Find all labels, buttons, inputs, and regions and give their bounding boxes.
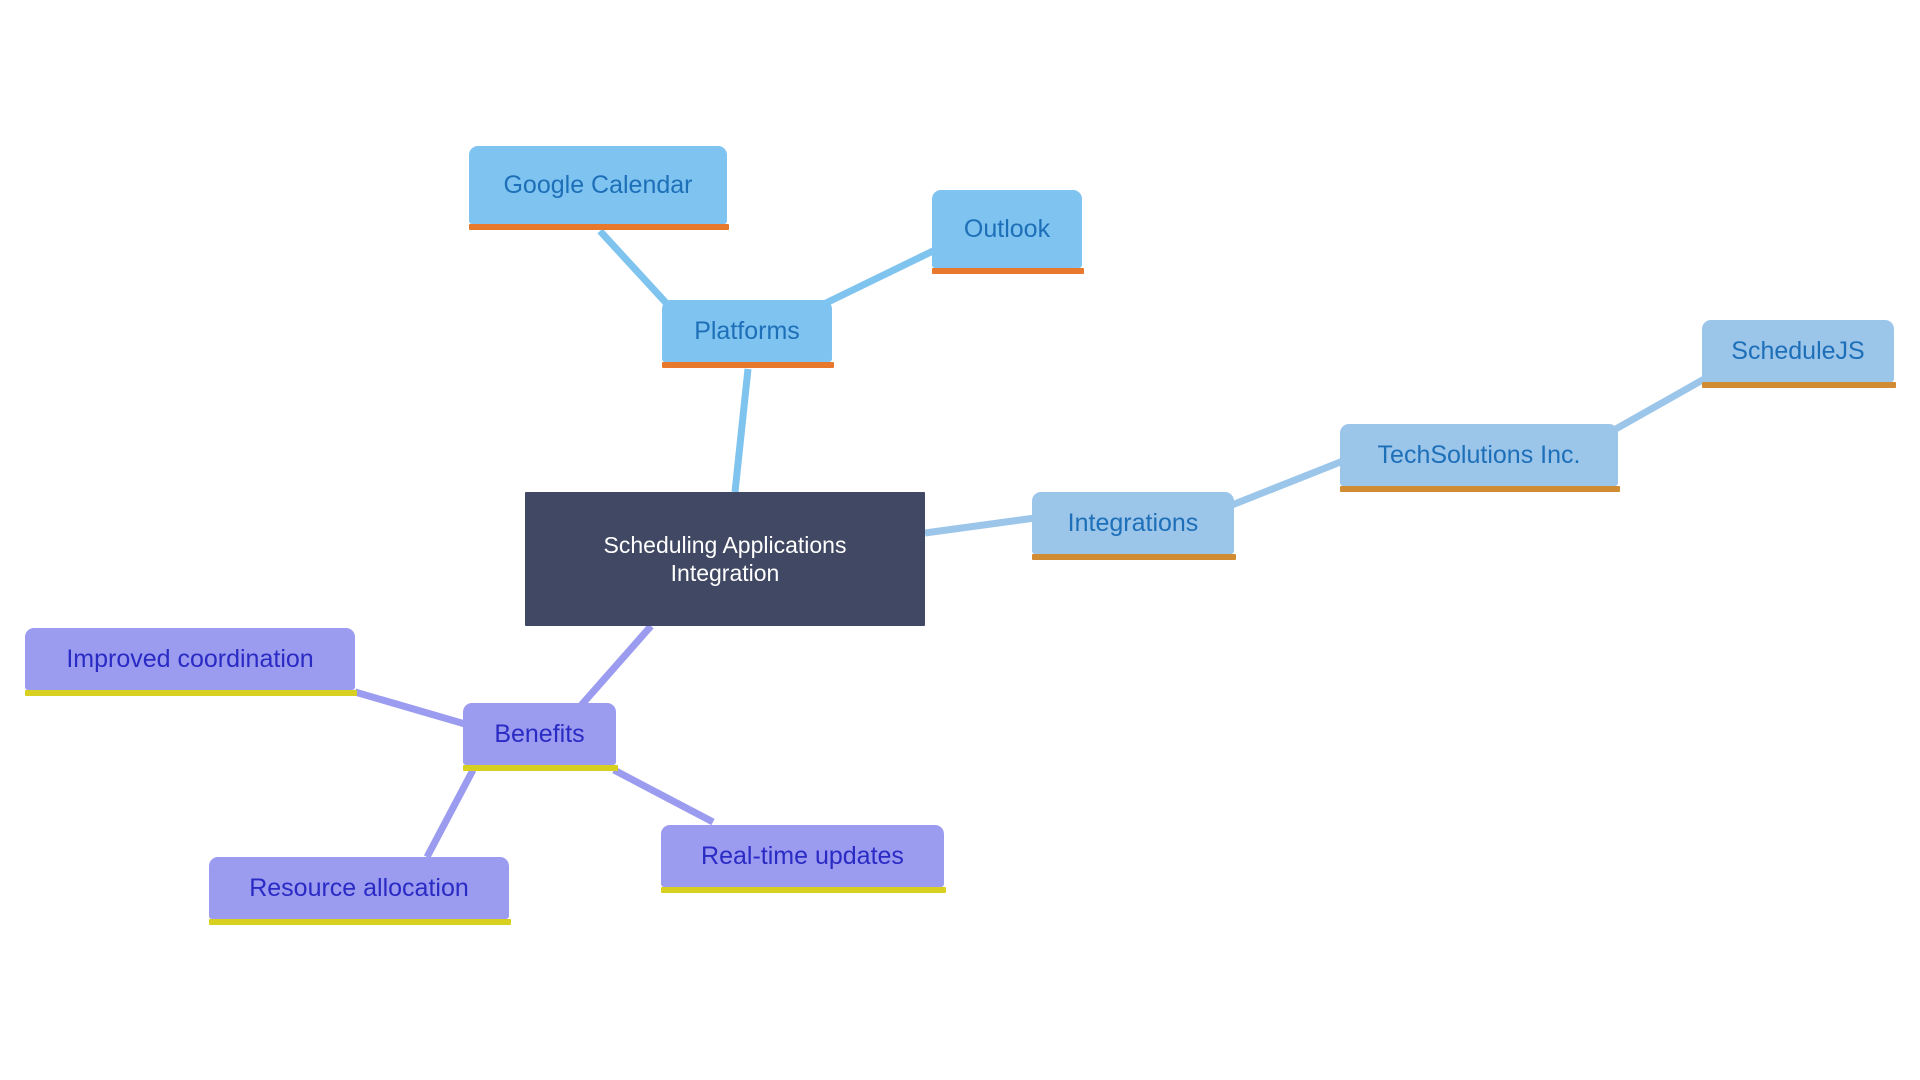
node-label: TechSolutions Inc. [1377, 440, 1581, 469]
node-label: Benefits [494, 719, 585, 748]
node-integrations-underline [1032, 554, 1236, 560]
node-label: Improved coordination [66, 644, 314, 673]
edge-benefits-to-improved-coordination [354, 688, 466, 728]
node-benefits[interactable]: Benefits [463, 703, 616, 765]
node-real-time-updates[interactable]: Real-time updates [661, 825, 944, 887]
node-integrations[interactable]: Integrations [1032, 492, 1234, 554]
node-google-calendar-underline [469, 224, 729, 230]
node-benefits-underline [463, 765, 618, 771]
node-schedulejs[interactable]: ScheduleJS [1702, 320, 1894, 382]
edge-benefits-to-resource-allocation [423, 768, 477, 859]
node-google-calendar[interactable]: Google Calendar [469, 146, 727, 224]
edge-benefits-to-real-time-updates [612, 766, 715, 826]
node-platforms[interactable]: Platforms [662, 300, 832, 362]
node-platforms-underline [662, 362, 834, 368]
edge-root-to-integrations [924, 514, 1036, 537]
node-improved-coordination[interactable]: Improved coordination [25, 628, 355, 690]
edge-integrations-to-techsolutions [1230, 457, 1345, 509]
node-label: Real-time updates [701, 841, 904, 870]
edge-platforms-to-outlook [824, 246, 937, 307]
node-improved-coordination-underline [25, 690, 357, 696]
node-label: Google Calendar [503, 170, 693, 199]
node-label: Platforms [694, 316, 800, 345]
node-real-time-updates-underline [661, 887, 946, 893]
edge-techsolutions-to-schedulejs [1612, 374, 1708, 434]
node-schedulejs-underline [1702, 382, 1896, 388]
edge-platforms-to-google-calendar [597, 228, 671, 308]
node-techsolutions-inc[interactable]: TechSolutions Inc. [1340, 424, 1618, 486]
node-techsolutions-inc-underline [1340, 486, 1620, 492]
node-resource-allocation-underline [209, 919, 511, 925]
edge-root-to-platforms [731, 368, 752, 493]
edge-root-to-benefits [574, 623, 654, 713]
node-outlook[interactable]: Outlook [932, 190, 1082, 268]
node-label: Integrations [1067, 508, 1199, 537]
node-label: Resource allocation [249, 873, 469, 902]
node-outlook-underline [932, 268, 1084, 274]
node-resource-allocation[interactable]: Resource allocation [209, 857, 509, 919]
node-label: Outlook [963, 214, 1051, 243]
node-label: Scheduling Applications Integration [603, 531, 847, 586]
node-label: ScheduleJS [1731, 336, 1865, 365]
node-scheduling-applications-integration[interactable]: Scheduling Applications Integration [525, 492, 925, 626]
mindmap-canvas: Scheduling Applications Integration Platf… [0, 0, 1920, 1080]
